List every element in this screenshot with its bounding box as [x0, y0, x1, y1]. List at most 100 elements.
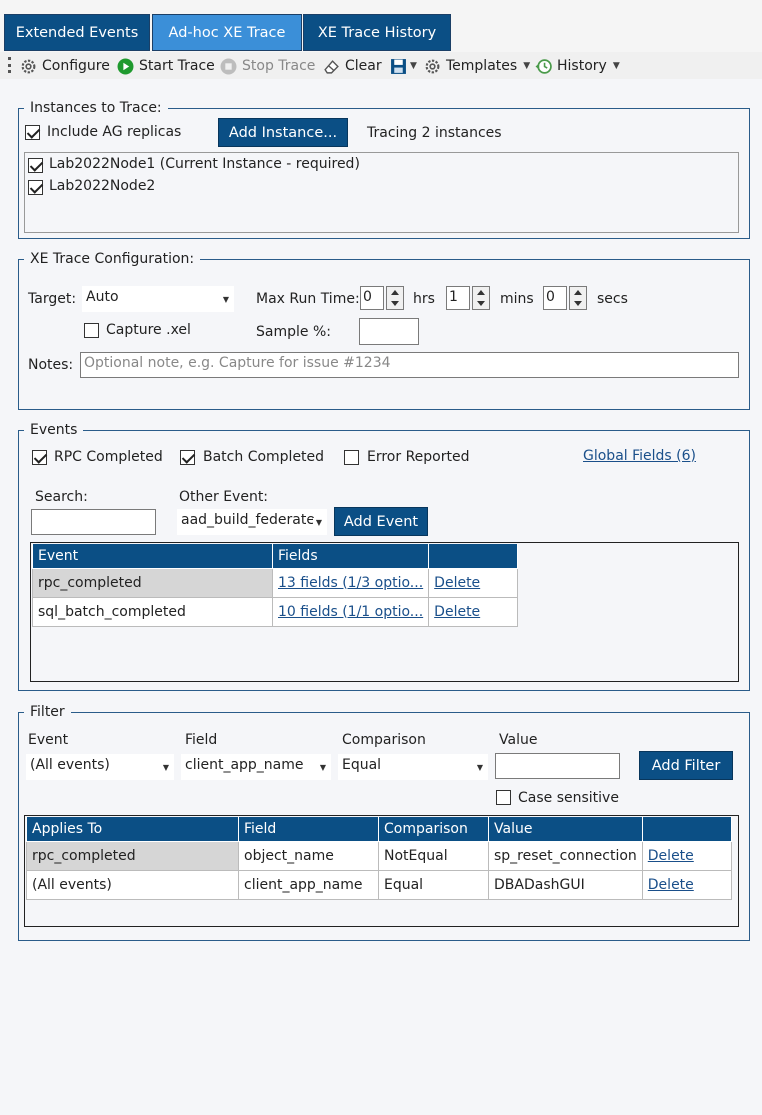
applies-to-cell[interactable]: rpc_completed [26, 840, 239, 871]
batch-completed-label: Batch Completed [203, 449, 325, 465]
target-select[interactable]: Auto ▼ [82, 286, 234, 312]
tab-xe-trace-history[interactable]: XE Trace History [303, 14, 451, 51]
event-cell[interactable]: sql_batch_completed [32, 596, 273, 627]
include-ag-label: Include AG replicas [47, 124, 182, 140]
filter-comparison-select[interactable]: Equal ▼ [338, 754, 488, 780]
rpc-completed-label: RPC Completed [54, 449, 163, 465]
down-arrow-icon[interactable] [391, 301, 399, 306]
capture-xel-label: Capture .xel [106, 322, 191, 338]
events-grid-header: Event Fields [32, 544, 519, 569]
sample-input[interactable] [359, 318, 419, 345]
down-arrow-icon[interactable] [477, 301, 485, 306]
field-cell[interactable]: client_app_name [238, 869, 379, 900]
rpc-completed-checkbox[interactable] [32, 450, 47, 465]
delete-link[interactable]: Delete [641, 840, 732, 871]
field-cell[interactable]: object_name [238, 840, 379, 871]
error-reported-checkbox[interactable] [344, 450, 359, 465]
stop-icon [220, 58, 237, 74]
column-header-value[interactable]: Value [488, 817, 643, 842]
tab-adhoc-xe-trace[interactable]: Ad-hoc XE Trace [152, 14, 302, 51]
comparison-cell[interactable]: Equal [378, 869, 489, 900]
max-run-time-label: Max Run Time: [256, 291, 360, 307]
save-dropdown-button[interactable]: ▼ [390, 56, 417, 76]
column-header-action[interactable] [428, 544, 519, 569]
case-sensitive-checkbox[interactable] [496, 790, 511, 805]
eraser-icon [324, 59, 339, 74]
other-event-select[interactable]: aad_build_federate ▼ [177, 509, 327, 535]
chevron-down-icon: ▼ [612, 61, 620, 71]
fields-link[interactable]: 10 fields (1/1 optio... [271, 596, 430, 627]
clear-button[interactable]: Clear [323, 56, 382, 76]
event-cell[interactable]: rpc_completed [32, 567, 273, 598]
down-arrow-icon[interactable] [574, 301, 582, 306]
error-reported-label: Error Reported [367, 449, 470, 465]
add-instance-button[interactable]: Add Instance... [218, 118, 348, 147]
delete-link[interactable]: Delete [641, 869, 732, 900]
up-arrow-icon[interactable] [477, 290, 485, 295]
table-row[interactable]: rpc_completed object_name NotEqual sp_re… [26, 840, 732, 871]
column-header-fields[interactable]: Fields [271, 544, 430, 569]
add-event-button[interactable]: Add Event [334, 507, 428, 536]
tab-extended-events[interactable]: Extended Events [4, 14, 150, 51]
column-header-action[interactable] [641, 817, 732, 842]
filter-legend: Filter [24, 704, 71, 720]
play-icon [117, 58, 134, 74]
table-row[interactable]: (All events) client_app_name Equal DBADa… [26, 869, 732, 900]
start-trace-button[interactable]: Start Trace [117, 56, 215, 76]
notes-input[interactable]: Optional note, e.g. Capture for issue #1… [80, 352, 739, 378]
toolbar-grip[interactable] [8, 57, 11, 73]
batch-completed-checkbox[interactable] [180, 450, 195, 465]
events-table: Event Fields rpc_completed 13 fields (1/… [32, 544, 519, 627]
column-header-applies-to[interactable]: Applies To [26, 817, 239, 842]
chevron-down-icon: ▼ [523, 61, 531, 71]
up-arrow-icon[interactable] [574, 290, 582, 295]
event-search-input[interactable] [31, 509, 156, 535]
chevron-down-icon: ▼ [222, 295, 229, 304]
column-header-comparison[interactable]: Comparison [378, 817, 489, 842]
target-label: Target: [28, 291, 77, 307]
delete-link[interactable]: Delete [428, 596, 519, 627]
global-fields-link[interactable]: Global Fields (6) [583, 448, 696, 464]
stop-trace-button[interactable]: Stop Trace [220, 56, 315, 76]
fields-link[interactable]: 13 fields (1/3 optio... [271, 567, 430, 598]
column-header-event[interactable]: Event [32, 544, 273, 569]
filters-grid: Applies To Field Comparison Value rpc_co… [24, 815, 739, 927]
hrs-label: hrs [413, 291, 435, 307]
filter-event-label: Event [28, 732, 69, 748]
gear-icon [21, 59, 36, 73]
up-arrow-icon[interactable] [391, 290, 399, 295]
capture-xel-checkbox[interactable] [84, 323, 99, 338]
delete-link[interactable]: Delete [428, 567, 519, 598]
value-cell[interactable]: DBADashGUI [488, 869, 643, 900]
instance-checkbox-node2[interactable] [28, 180, 43, 195]
secs-label: secs [597, 291, 628, 307]
add-filter-button[interactable]: Add Filter [639, 751, 733, 780]
instance-label-node2: Lab2022Node2 [49, 178, 156, 194]
filter-event-select[interactable]: (All events) ▼ [26, 754, 174, 780]
sample-label: Sample %: [256, 324, 331, 340]
case-sensitive-label: Case sensitive [518, 790, 619, 806]
history-dropdown-button[interactable]: History ▼ [535, 56, 620, 76]
instance-checkbox-node1[interactable] [28, 158, 43, 173]
comparison-cell[interactable]: NotEqual [378, 840, 489, 871]
search-label: Search: [35, 489, 88, 505]
filter-value-input[interactable] [495, 753, 620, 779]
notes-label: Notes: [28, 357, 74, 373]
table-row[interactable]: rpc_completed 13 fields (1/3 optio... De… [32, 567, 519, 598]
table-row[interactable]: sql_batch_completed 10 fields (1/1 optio… [32, 596, 519, 627]
include-ag-checkbox[interactable] [25, 125, 40, 140]
hrs-stepper[interactable]: 0 [360, 286, 406, 310]
secs-stepper[interactable]: 0 [543, 286, 589, 310]
config-legend: XE Trace Configuration: [24, 251, 201, 267]
other-event-label: Other Event: [179, 489, 269, 505]
chevron-down-icon: ▼ [312, 518, 322, 527]
save-icon [391, 58, 406, 74]
column-header-field[interactable]: Field [238, 817, 379, 842]
mins-stepper[interactable]: 1 [446, 286, 492, 310]
templates-dropdown-button[interactable]: Templates ▼ [424, 56, 530, 76]
filter-field-select[interactable]: client_app_name ▼ [181, 754, 331, 780]
filter-field-label: Field [185, 732, 218, 748]
applies-to-cell[interactable]: (All events) [26, 869, 239, 900]
configure-button[interactable]: Configure [20, 56, 110, 76]
value-cell[interactable]: sp_reset_connection [488, 840, 643, 871]
